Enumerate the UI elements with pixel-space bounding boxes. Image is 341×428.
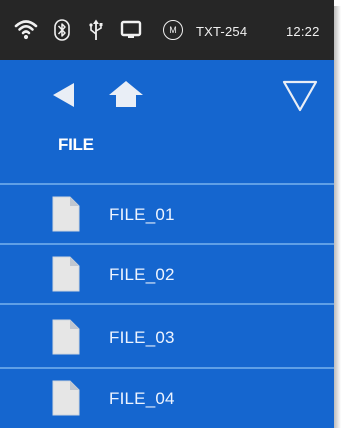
document-icon xyxy=(52,196,80,232)
file-name: FILE_01 xyxy=(109,205,175,224)
file-name: FILE_03 xyxy=(109,328,175,347)
status-bar: M TXT-254 12:22 xyxy=(0,0,334,60)
usb-icon xyxy=(89,19,103,40)
clock-time: 12:22 xyxy=(286,24,320,39)
list-item-file-02[interactable]: FILE_02 xyxy=(0,243,334,303)
list-item-file-04[interactable]: FILE_04 xyxy=(0,367,334,427)
list-item-file-03[interactable]: FILE_03 xyxy=(0,303,334,367)
home-icon[interactable] xyxy=(108,80,144,108)
wifi-icon xyxy=(14,20,38,40)
device-screen: M TXT-254 12:22 FILE FILE_01 FILE_02 FIL… xyxy=(0,0,334,428)
folder-title: FILE xyxy=(58,135,94,154)
navigation-bar xyxy=(0,60,334,180)
m-badge-icon: M xyxy=(163,20,183,40)
file-name: FILE_02 xyxy=(109,265,175,284)
list-item-file-01[interactable]: FILE_01 xyxy=(0,183,334,243)
display-icon xyxy=(120,20,142,38)
bluetooth-icon xyxy=(54,19,70,41)
device-edge-shadow xyxy=(334,6,341,428)
document-icon xyxy=(52,380,80,416)
document-icon xyxy=(52,319,80,355)
file-name: FILE_04 xyxy=(109,389,175,408)
document-icon xyxy=(52,256,80,292)
device-name: TXT-254 xyxy=(196,24,248,39)
back-arrow-icon[interactable] xyxy=(52,82,76,108)
file-list: FILE_01 FILE_02 FILE_03 FILE_04 xyxy=(0,183,334,427)
dropdown-triangle-icon[interactable] xyxy=(282,79,318,113)
